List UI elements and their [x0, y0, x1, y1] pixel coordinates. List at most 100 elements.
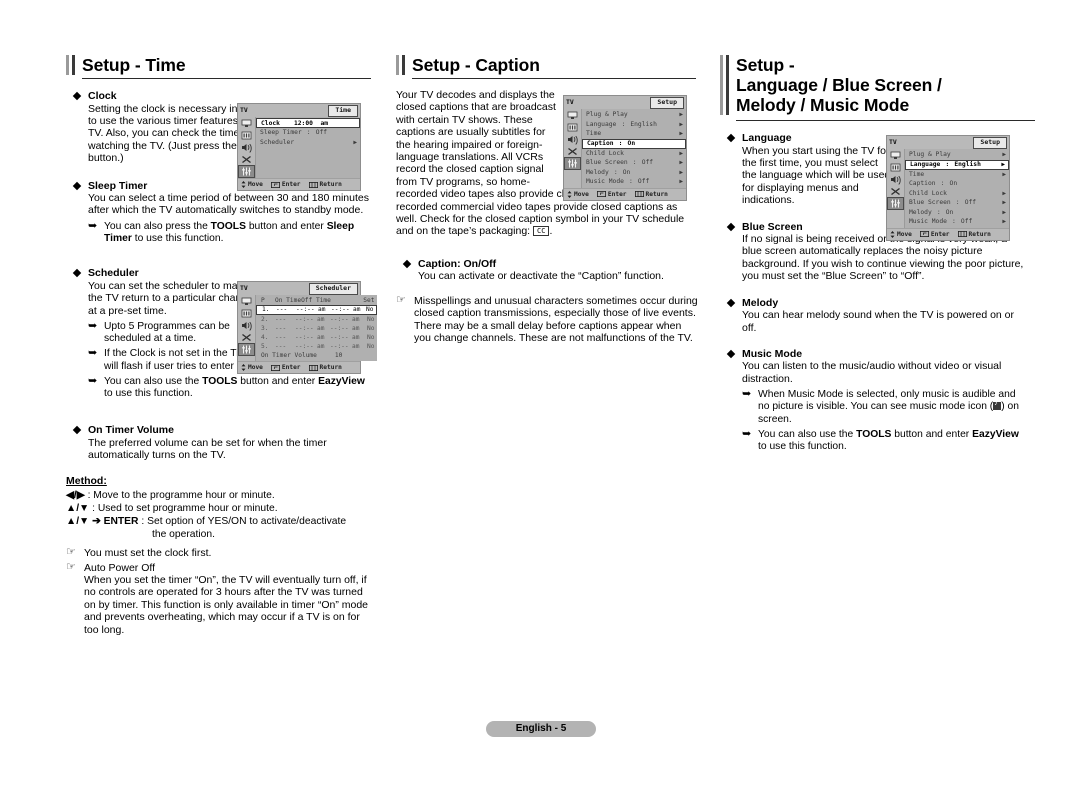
channel-icon[interactable]	[239, 332, 254, 343]
osd-row-scheduler[interactable]: Scheduler ▶	[256, 138, 360, 148]
setup-sliders-icon[interactable]	[238, 343, 255, 356]
osd-row-language[interactable]: Language : English ▶	[582, 120, 686, 130]
osd-row-language[interactable]: Language : English ▶	[905, 159, 1009, 170]
osd-row-plug-and-play[interactable]: Plug & Play ▶	[905, 150, 1009, 160]
scheduler-row[interactable]: 5. --- --:-- am --:-- am No	[256, 342, 377, 351]
channel-icon[interactable]	[239, 154, 254, 165]
osd-row-blue-screen[interactable]: Blue Screen : Off ▶	[582, 158, 686, 168]
move-key: Move	[567, 190, 589, 198]
osd-row-child-lock[interactable]: Child Lock ▶	[905, 189, 1009, 199]
setup-sliders-icon[interactable]	[564, 157, 581, 170]
section-caption-on-off-title: Caption: On/Off	[396, 258, 696, 271]
osd-row-child-lock[interactable]: Child Lock ▶	[582, 149, 686, 159]
hand-note-item: ☞ Auto Power Off	[66, 560, 156, 574]
section-caption-on-off-body: You can activate or deactivate the “Capt…	[418, 270, 664, 283]
picture-icon[interactable]	[239, 296, 254, 307]
sound-speaker-icon[interactable]	[239, 320, 254, 331]
osd-setup-language-main: Plug & Play ▶ Language : English ▶ Time	[887, 149, 1009, 228]
osd-scheduler-main: P On Time Off Time Set 1. --- --:-- am -…	[238, 295, 378, 361]
sound-speaker-icon[interactable]	[888, 174, 903, 185]
heading-rule	[412, 78, 696, 79]
osd-row-music-mode[interactable]: Music Mode : Off ▶	[582, 177, 686, 187]
osd-row-melody[interactable]: Melody : On ▶	[905, 208, 1009, 218]
osd-menu-tag: Time	[328, 105, 358, 117]
osd-menu-setup-caption[interactable]: TV Setup Plug & Play ▶ Language: Englis…	[563, 95, 687, 201]
section-clock-title: Clock	[66, 90, 371, 103]
note-item: ➥ You can also use the TOOLS button and …	[742, 427, 1019, 453]
page-title-language: Setup - Language / Blue Screen / Melody …	[720, 55, 1035, 115]
screen-bars-icon[interactable]	[888, 162, 903, 173]
osd-icon-rail[interactable]	[887, 149, 904, 228]
diamond-bullet-icon	[726, 133, 736, 143]
setup-sliders-icon[interactable]	[887, 197, 904, 210]
scheduler-table-header: P On Time Off Time Set	[261, 297, 375, 304]
osd-icon-rail[interactable]	[238, 117, 255, 178]
osd-row-melody[interactable]: Melody : On ▶	[582, 168, 686, 178]
arrow-bullet-icon: ➥	[742, 388, 752, 401]
channel-icon[interactable]	[888, 186, 903, 197]
method-row: ▲/▼ ➔ ENTER : Set option of YES/ON to ac…	[66, 516, 347, 528]
music-mode-icon	[993, 400, 1002, 411]
osd-setup-caption-footer: Move Enter Return	[564, 187, 686, 200]
osd-scheduler-titlebar: TV Scheduler	[238, 282, 360, 295]
osd-row-clock[interactable]: Clock 12:00 am	[256, 118, 360, 128]
scheduler-row[interactable]: 3. --- --:-- am --:-- am No	[256, 324, 377, 333]
osd-menu-scheduler[interactable]: TV Scheduler P On Time Off Time Set 1. -…	[237, 281, 378, 374]
diamond-bullet-icon	[726, 349, 736, 359]
osd-time-main: Clock 12:00 am Sleep Timer : Off Schedul…	[238, 117, 360, 178]
osd-tv-label: TV	[240, 284, 248, 292]
hand-note-item: ☞ You must set the clock first.	[66, 546, 212, 560]
scheduler-row[interactable]: 2. --- --:-- am --:-- am No	[256, 315, 377, 324]
osd-tv-label: TV	[240, 106, 248, 114]
updown-arrow-icon	[890, 230, 895, 238]
osd-row-blue-screen[interactable]: Blue Screen : Off ▶	[905, 198, 1009, 208]
note-item: ➥ Upto 5 Programmes can be scheduled at …	[88, 319, 230, 345]
heading-text: Setup - Language / Blue Screen / Melody …	[736, 55, 942, 115]
osd-row-caption[interactable]: Caption : On	[582, 138, 686, 149]
arrow-bullet-icon: ➥	[88, 219, 98, 232]
sound-speaker-icon[interactable]	[565, 134, 580, 145]
column-setup-language: Setup - Language / Blue Screen / Melody …	[720, 55, 1035, 453]
section-melody-title: Melody	[720, 297, 1035, 310]
scheduler-on-timer-volume[interactable]: On Timer Volume 10	[256, 351, 377, 360]
return-key: Return	[308, 181, 342, 188]
enter-key: Enter	[270, 181, 301, 188]
diamond-bullet-icon	[72, 181, 82, 190]
osd-row-plug-and-play[interactable]: Plug & Play ▶	[582, 110, 686, 120]
osd-row-blank	[256, 147, 360, 157]
osd-row-time[interactable]: Time ▶	[582, 129, 686, 139]
diamond-bullet-icon	[726, 222, 736, 231]
section-on-timer-volume-title: On Timer Volume	[66, 424, 371, 437]
method-title: Method:	[66, 474, 107, 487]
picture-icon[interactable]	[565, 110, 580, 121]
picture-icon[interactable]	[239, 118, 254, 129]
osd-icon-rail[interactable]	[564, 109, 581, 188]
scheduler-row[interactable]: 4. --- --:-- am --:-- am No	[256, 333, 377, 342]
osd-row-music-mode[interactable]: Music Mode : Off ▶	[905, 217, 1009, 227]
diamond-bullet-icon	[72, 425, 82, 435]
enter-key: Enter	[596, 191, 627, 198]
channel-icon[interactable]	[565, 146, 580, 157]
picture-icon[interactable]	[888, 150, 903, 161]
column-setup-time: Setup - Time Clock Setting the clock is …	[66, 55, 378, 636]
heading-text: Setup - Caption	[412, 55, 540, 75]
osd-menu-time[interactable]: TV Time Clock 12:00 am Sleep Timer: Off…	[237, 103, 361, 191]
osd-icon-rail[interactable]	[238, 295, 255, 361]
osd-row-caption[interactable]: Caption : On	[905, 179, 1009, 189]
section-on-timer-volume: On Timer Volume The preferred volume can…	[66, 424, 371, 461]
screen-bars-icon[interactable]	[565, 122, 580, 133]
osd-row-time[interactable]: Time ▶	[905, 170, 1009, 180]
screen-bars-icon[interactable]	[239, 308, 254, 319]
osd-menu-setup-language[interactable]: TV Setup Plug & Play ▶ Language: Englis…	[886, 135, 1010, 241]
screen-bars-icon[interactable]	[239, 130, 254, 141]
mid-hand-notes: ☞ Misspellings and unusual characters so…	[396, 294, 698, 345]
osd-time-titlebar: TV Time	[238, 104, 360, 117]
osd-row-sleep-timer[interactable]: Sleep Timer : Off	[256, 128, 360, 138]
setup-sliders-icon[interactable]	[238, 165, 255, 178]
heading-accent-bars	[66, 55, 77, 75]
updown-arrow-icon	[567, 190, 572, 198]
scheduler-row[interactable]: 1. --- --:-- am --:-- am No	[256, 305, 378, 315]
sound-speaker-icon[interactable]	[239, 142, 254, 153]
heading-accent-bars	[720, 55, 731, 115]
method-continuation: the operation.	[152, 528, 215, 540]
